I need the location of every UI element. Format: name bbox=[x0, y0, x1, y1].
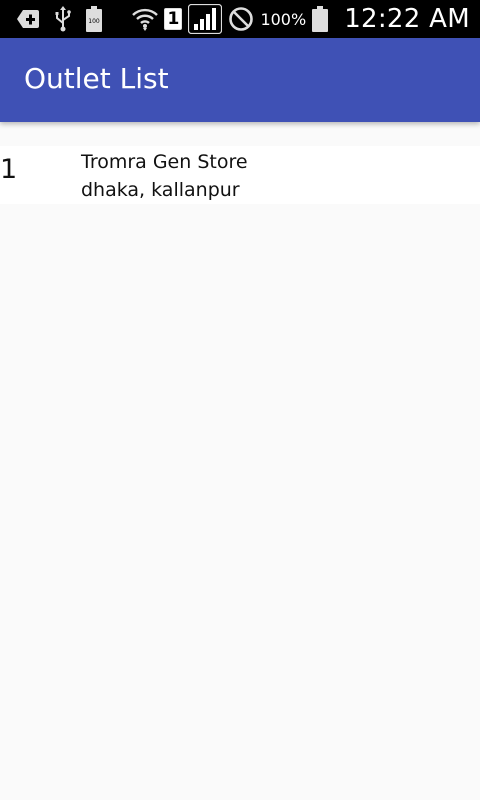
status-bar-right: 1 100% 12:22 AM bbox=[132, 4, 470, 34]
status-bar-left: 100 bbox=[16, 6, 102, 32]
outlet-index: 1 bbox=[0, 154, 18, 185]
page-title: Outlet List bbox=[24, 62, 169, 95]
outlet-list-item[interactable]: 1 Tromra Gen Store dhaka, kallanpur bbox=[0, 146, 480, 204]
usb-icon bbox=[54, 6, 72, 32]
svg-text:100: 100 bbox=[88, 18, 100, 25]
battery-icon bbox=[312, 6, 329, 32]
do-not-disturb-icon bbox=[228, 6, 254, 32]
outlet-address: dhaka, kallanpur bbox=[81, 179, 240, 201]
app-toolbar: Outlet List bbox=[0, 38, 480, 122]
outlet-name: Tromra Gen Store bbox=[81, 151, 248, 173]
outlet-list: 1 Tromra Gen Store dhaka, kallanpur bbox=[0, 146, 480, 204]
add-notification-icon bbox=[16, 8, 40, 30]
battery-percentage: 100% bbox=[260, 9, 307, 29]
sim-indicator-icon: 1 bbox=[164, 8, 183, 30]
status-bar: 100 1 100% 12:22 AM bbox=[0, 0, 480, 38]
status-bar-clock: 12:22 AM bbox=[344, 4, 470, 34]
battery-charging-icon: 100 bbox=[86, 6, 102, 32]
wifi-icon bbox=[132, 6, 159, 32]
cell-signal-icon bbox=[188, 4, 223, 34]
